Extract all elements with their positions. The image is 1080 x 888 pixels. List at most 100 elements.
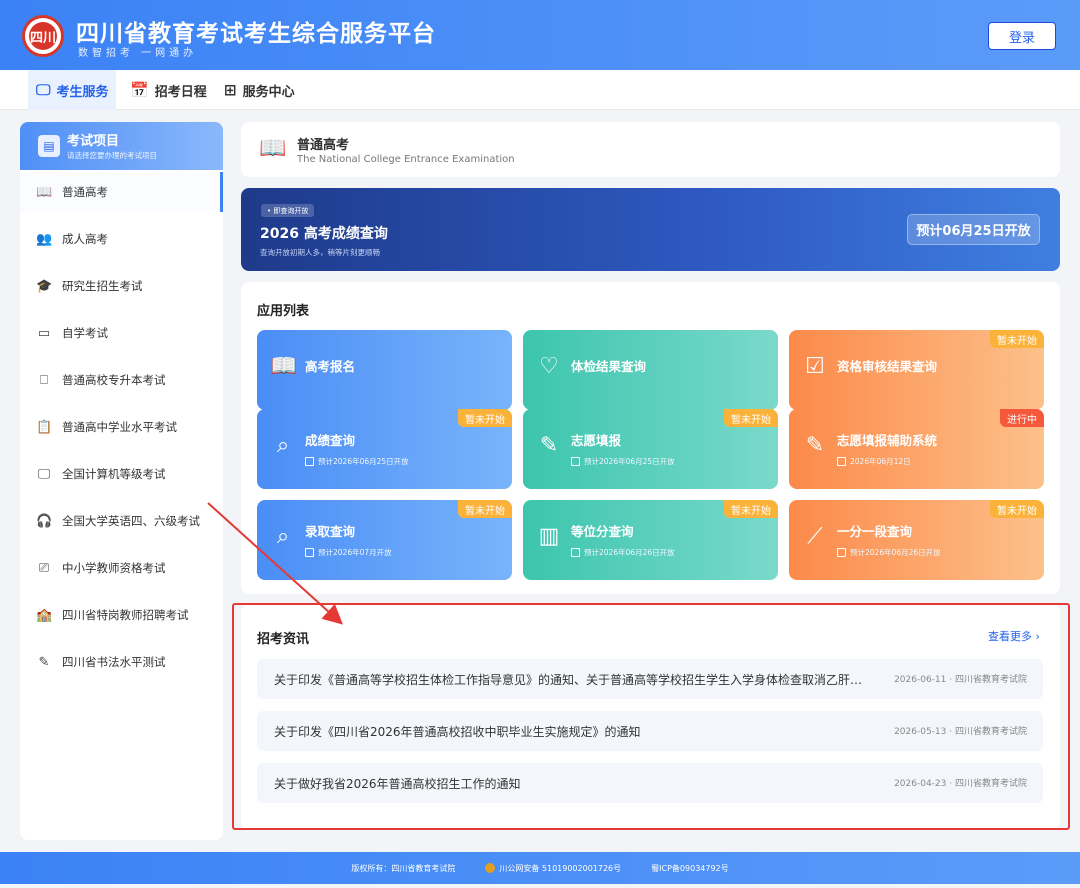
banner-tag: • 即查询开放 [261, 204, 315, 217]
school-icon: 🏫 [36, 607, 53, 623]
tile-admission-query[interactable]: ⌕ 录取查询 预计2026年07月开放 暂未开始 [257, 500, 512, 580]
tile-date: 预计2026年06月25日开放 [571, 456, 675, 467]
tile-name: 志愿填报辅助系统 [837, 433, 938, 448]
pen-icon: ✎ [38, 654, 50, 670]
search-icon: ⌕ [276, 433, 290, 458]
site-title: 四川省教育考试考生综合服务平台 [76, 21, 436, 47]
footer-icp[interactable]: 蜀ICP备09034792号 [651, 863, 729, 874]
tile-score-query[interactable]: ⌕ 成绩查询 预计2026年06月25日开放 暂未开始 [257, 409, 512, 489]
tile-application-fill[interactable]: ✎ 志愿填报 预计2026年06月25日开放 暂未开始 [523, 409, 778, 489]
calendar-icon [305, 548, 314, 557]
sidebar-item-label: 成人高考 [62, 232, 108, 246]
monitor-icon: 🖵 [37, 466, 51, 482]
grid-icon: ⊞ [224, 81, 237, 99]
tile-gaokao-signup[interactable]: 📖 高考报名 [257, 330, 512, 410]
tile-name: 资格审核结果查询 [837, 359, 938, 374]
tile-name: 志愿填报 [571, 433, 622, 448]
login-button[interactable]: 登录 [988, 22, 1056, 50]
sidebar-header: ▤ 考试项目 请选择您要办理的考试项目 [20, 122, 223, 170]
tile-date-text: 预计2026年06月26日开放 [584, 548, 675, 557]
nav-tab-schedule[interactable]: 📅 招考日程 [130, 70, 207, 110]
sidebar-item-adult[interactable]: 👥 成人高考 [20, 219, 223, 259]
nav-tab-student-service[interactable]: 🖵 考生服务 [28, 70, 117, 110]
tile-qualification-check[interactable]: ☑ 资格审核结果查询 暂未开始 [789, 330, 1044, 410]
sidebar-item-special-teacher[interactable]: 🏫 四川省特岗教师招聘考试 [20, 595, 223, 635]
sidebar-item-graduate[interactable]: 🎓 研究生招生考试 [20, 266, 223, 306]
footer-police-text: 川公网安备 51019002001726号 [499, 863, 622, 873]
tile-date-text: 预计2026年06月25日开放 [318, 457, 409, 466]
calendar-icon [305, 457, 314, 466]
site-logo: 四川 [22, 15, 64, 57]
banner-subtitle: 查询开放初期人多，稍等片刻更顺畅 [260, 248, 380, 257]
sidebar-item-upgrade[interactable]: ⎕ 普通高校专升本考试 [20, 360, 223, 400]
tile-date-text: 2026年06月12日 [850, 457, 911, 466]
tile-date: 预计2026年06月25日开放 [305, 456, 409, 467]
clipboard-check-icon: ☑ [805, 354, 825, 379]
users-icon: 👥 [36, 231, 53, 247]
banner-open-date-button[interactable]: 预计06月25日开放 [907, 214, 1040, 245]
heart-pulse-icon: ♡ [539, 354, 559, 379]
score-query-banner: • 即查询开放 2026 高考成绩查询 查询开放初期人多，稍等片刻更顺畅 预计0… [241, 188, 1060, 271]
calendar-icon [837, 548, 846, 557]
tile-date: 预计2026年07月开放 [305, 547, 392, 558]
banner-title: 2026 高考成绩查询 [260, 226, 388, 242]
sidebar-item-computer[interactable]: 🖵 全国计算机等级考试 [20, 454, 223, 494]
sidebar-item-teacher-cert[interactable]: ⎚ 中小学教师资格考试 [20, 548, 223, 588]
status-badge: 暂未开始 [724, 500, 778, 518]
exam-subtitle: The National College Entrance Examinatio… [297, 154, 515, 165]
notebook-icon: ▭ [37, 325, 51, 341]
presentation-icon: ⎚ [38, 560, 50, 576]
tile-score-segment[interactable]: ⟋ 一分一段查询 预计2026年06月26日开放 暂未开始 [789, 500, 1044, 580]
bookmark-book-icon: ⎕ [40, 372, 48, 388]
sidebar-subtitle: 请选择您要办理的考试项目 [67, 151, 157, 160]
tile-physical-exam[interactable]: ♡ 体检结果查询 [523, 330, 778, 410]
edit-icon: ✎ [805, 433, 825, 458]
status-badge: 暂未开始 [724, 409, 778, 427]
sidebar-title: 考试项目 [67, 134, 120, 149]
status-badge: 暂未开始 [990, 330, 1044, 348]
headphones-icon: 🎧 [36, 513, 53, 529]
book-icon: 📖 [270, 354, 298, 379]
tile-date: 2026年06月12日 [837, 456, 911, 467]
book-open-icon: 📖 [259, 136, 287, 161]
status-badge: 暂未开始 [458, 500, 512, 518]
status-badge: 暂未开始 [990, 500, 1044, 518]
tile-date: 预计2026年06月26日开放 [837, 547, 941, 558]
tile-name: 成绩查询 [305, 433, 356, 448]
nav-tab-service-center[interactable]: ⊞ 服务中心 [224, 70, 295, 110]
tile-equivalent-score[interactable]: ▥ 等位分查询 预计2026年06月26日开放 暂未开始 [523, 500, 778, 580]
sidebar-item-self-study[interactable]: ▭ 自学考试 [20, 313, 223, 353]
police-badge-icon [485, 863, 496, 873]
top-header: 四川 四川省教育考试考生综合服务平台 数智招考 一网通办 登录 [0, 0, 1080, 70]
line-chart-icon: ⟋ [807, 524, 823, 549]
main-nav: 🖵 考生服务 📅 招考日程 ⊞ 服务中心 [0, 70, 1080, 110]
sidebar-item-label: 四川省书法水平测试 [62, 655, 166, 669]
calendar-icon [837, 457, 846, 466]
sidebar-item-label: 普通高校专升本考试 [62, 373, 166, 387]
sidebar-item-label: 全国大学英语四、六级考试 [62, 514, 200, 528]
status-badge: 暂未开始 [458, 409, 512, 427]
nav-tab-label: 服务中心 [242, 84, 295, 100]
tile-name: 一分一段查询 [837, 524, 913, 539]
footer-copyright: 版权所有：四川省教育考试院 [351, 863, 456, 873]
tile-date-text: 预计2026年06月25日开放 [584, 457, 675, 466]
sidebar-item-calligraphy[interactable]: ✎ 四川省书法水平测试 [20, 642, 223, 682]
sidebar-item-label: 普通高中学业水平考试 [62, 420, 177, 434]
sidebar-item-academic-level[interactable]: 📋 普通高中学业水平考试 [20, 407, 223, 447]
logo-mark: 四川 [29, 22, 57, 50]
nav-tab-label: 考生服务 [56, 84, 109, 100]
tile-application-assist[interactable]: ✎ 志愿填报辅助系统 2026年06月12日 进行中 [789, 409, 1044, 489]
tile-date-text: 预计2026年07月开放 [318, 548, 392, 557]
tile-name: 录取查询 [305, 524, 356, 539]
tile-date: 预计2026年06月26日开放 [571, 547, 675, 558]
sidebar-item-gaokao[interactable]: 📖 普通高考 [20, 172, 223, 212]
sidebar-item-label: 自学考试 [62, 326, 108, 340]
edit-icon: ✎ [539, 433, 559, 458]
tile-name: 体检结果查询 [571, 359, 647, 374]
book-open-icon: 📖 [36, 184, 53, 200]
sidebar-item-label: 研究生招生考试 [62, 279, 143, 293]
exam-title: 普通高考 [297, 138, 350, 153]
sidebar-item-cet[interactable]: 🎧 全国大学英语四、六级考试 [20, 501, 223, 541]
sidebar: ▤ 考试项目 请选择您要办理的考试项目 📖 普通高考 👥 成人高考 🎓 研究生招生考试… [20, 122, 223, 840]
footer: 版权所有：四川省教育考试院 川公网安备 51019002001726号 蜀ICP… [0, 852, 1080, 884]
